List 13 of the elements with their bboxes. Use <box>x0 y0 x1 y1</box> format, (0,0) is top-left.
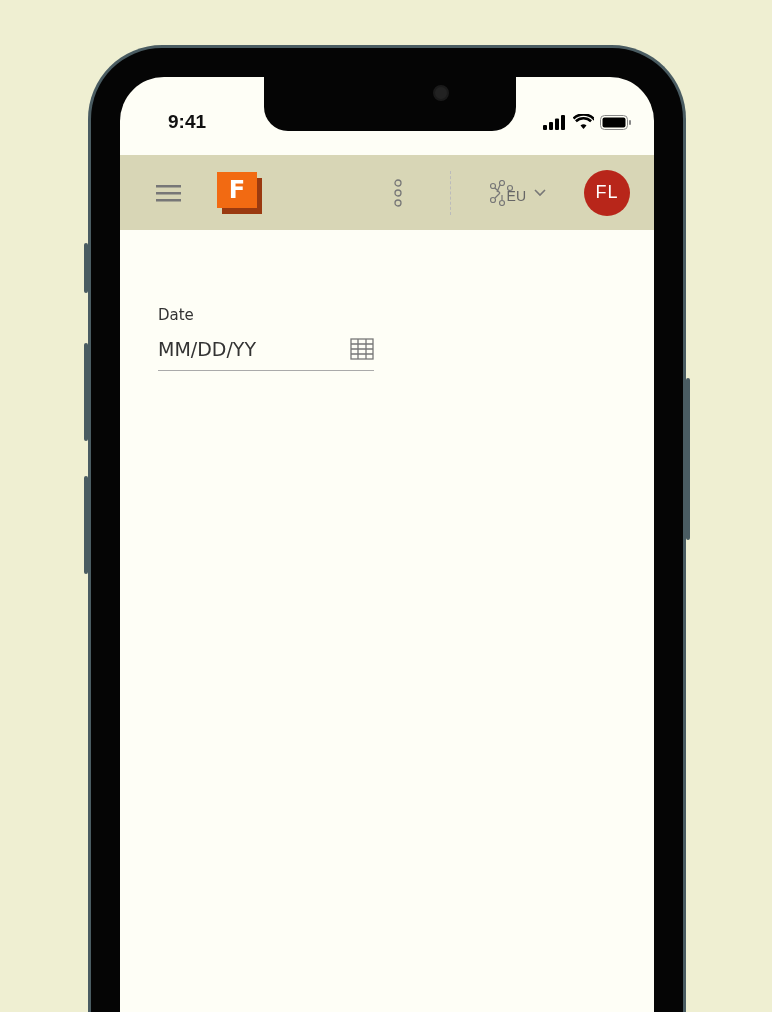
user-avatar[interactable]: FL <box>584 169 630 216</box>
status-time: 9:41 <box>168 111 207 133</box>
calendar-icon[interactable] <box>350 338 374 360</box>
field-label: Date <box>158 306 195 324</box>
more-icon[interactable] <box>393 178 402 207</box>
signal-icon <box>543 114 567 130</box>
menu-icon[interactable] <box>156 182 181 203</box>
region-selector[interactable]: EU <box>488 179 546 206</box>
camera-icon <box>433 85 449 101</box>
date-input[interactable]: MM/DD/YY <box>158 338 350 360</box>
chevron-down-icon <box>534 188 546 197</box>
battery-icon <box>600 114 632 130</box>
wifi-icon <box>573 114 594 130</box>
